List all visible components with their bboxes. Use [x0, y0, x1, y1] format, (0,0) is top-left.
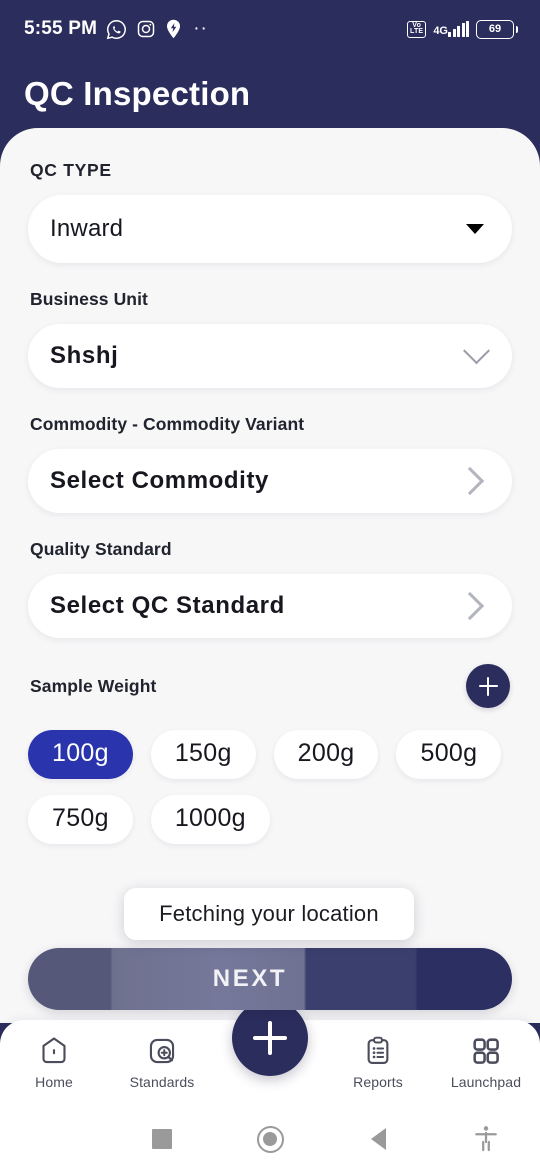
quality-standard-select[interactable]: Select QC Standard: [28, 574, 512, 638]
location-toast: Fetching your location: [124, 888, 414, 940]
sysnav-accessibility-button[interactable]: [432, 1125, 540, 1153]
chevron-right-icon: [455, 591, 485, 621]
commodity-select[interactable]: Select Commodity: [28, 449, 512, 513]
sysnav-recents-button[interactable]: [108, 1129, 216, 1149]
sysnav-home-button[interactable]: [216, 1125, 324, 1153]
weight-chip-200g[interactable]: 200g: [273, 730, 379, 779]
weight-chip-750g[interactable]: 750g: [28, 795, 133, 844]
nav-item-reports[interactable]: Reports: [324, 1020, 432, 1090]
sample-weight-label: Sample Weight: [30, 675, 157, 696]
chevron-down-icon: [463, 336, 490, 364]
square-recents-icon: [152, 1129, 172, 1149]
grid-icon: [473, 1038, 499, 1064]
signal-bars-icon: [448, 21, 469, 37]
qc-type-select[interactable]: Inward: [28, 195, 512, 263]
network-type-label: 4G: [433, 25, 448, 37]
circle-home-icon: [256, 1125, 284, 1153]
signal-icon: 4G: [433, 21, 469, 37]
chevron-right-icon: [455, 466, 485, 496]
nav-label-launchpad: Launchpad: [450, 1074, 522, 1090]
qc-type-label: QC TYPE: [30, 160, 112, 180]
add-sample-weight-button[interactable]: [466, 664, 510, 708]
quality-standard-label: Quality Standard: [30, 539, 172, 559]
weight-chip-100g[interactable]: 100g: [28, 730, 133, 779]
whatsapp-icon: [106, 19, 127, 39]
plus-fab-icon: [253, 1021, 287, 1055]
qc-type-value: Inward: [50, 215, 124, 242]
status-bar-left: 5:55 PM ··: [24, 18, 208, 40]
plus-icon: [478, 676, 498, 696]
instagram-icon: [137, 20, 155, 38]
triangle-back-icon: [370, 1128, 386, 1150]
commodity-value: Select Commodity: [50, 467, 269, 494]
nav-item-home[interactable]: Home: [0, 1020, 108, 1090]
weight-chip-150g[interactable]: 150g: [150, 730, 256, 779]
volte-icon: Vo LTE: [407, 20, 427, 38]
status-bar-clock: 5:55 PM: [24, 18, 98, 39]
nav-label-standards: Standards: [129, 1074, 195, 1090]
battery-percent-label: 69: [488, 23, 502, 35]
business-unit-label: Business Unit: [30, 289, 148, 309]
clipboard-list-icon: [367, 1036, 389, 1064]
add-fab-button[interactable]: [232, 1000, 308, 1076]
toast-message: Fetching your location: [159, 901, 379, 926]
app-header: QC Inspection: [0, 58, 540, 130]
sysnav-back-button[interactable]: [324, 1128, 432, 1150]
location-pin-icon: [167, 19, 181, 39]
sample-weight-chips: 100g 150g 200g 500g 750g 1000g: [28, 730, 512, 844]
next-button[interactable]: NEXT: [28, 948, 512, 1010]
status-bar-right: Vo LTE 4G 69: [407, 19, 518, 39]
phone-screen: 5:55 PM ·· Vo LTE 4G 69 QC Inspection QC…: [0, 0, 540, 1170]
business-unit-value: Shshj: [50, 342, 119, 369]
status-more-icon: ··: [193, 18, 208, 39]
nav-label-home: Home: [35, 1074, 73, 1090]
accessibility-icon: [475, 1126, 497, 1152]
status-bar: 5:55 PM ·· Vo LTE 4G 69: [0, 0, 540, 58]
weight-chip-1000g[interactable]: 1000g: [150, 795, 270, 844]
page-title: QC Inspection: [24, 75, 251, 112]
battery-icon: 69: [476, 19, 518, 39]
home-icon: [42, 1037, 66, 1064]
commodity-label: Commodity - Commodity Variant: [30, 414, 305, 434]
business-unit-select[interactable]: Shshj: [28, 324, 512, 388]
nav-item-launchpad[interactable]: Launchpad: [432, 1020, 540, 1090]
system-navigation-bar: [0, 1108, 540, 1170]
search-plus-square-icon: [149, 1038, 175, 1064]
volte-bottom-label: LTE: [410, 28, 424, 35]
sample-weight-header: Sample Weight: [28, 664, 512, 708]
weight-chip-500g[interactable]: 500g: [396, 730, 502, 779]
nav-item-add[interactable]: [216, 1000, 324, 1076]
next-button-label: NEXT: [212, 965, 288, 992]
nav-label-reports: Reports: [353, 1074, 403, 1090]
bottom-navigation: Home Standards Reports Launchpad: [0, 1000, 540, 1108]
quality-standard-value: Select QC Standard: [50, 592, 285, 619]
nav-item-standards[interactable]: Standards: [108, 1020, 216, 1090]
caret-down-icon: [466, 224, 484, 234]
